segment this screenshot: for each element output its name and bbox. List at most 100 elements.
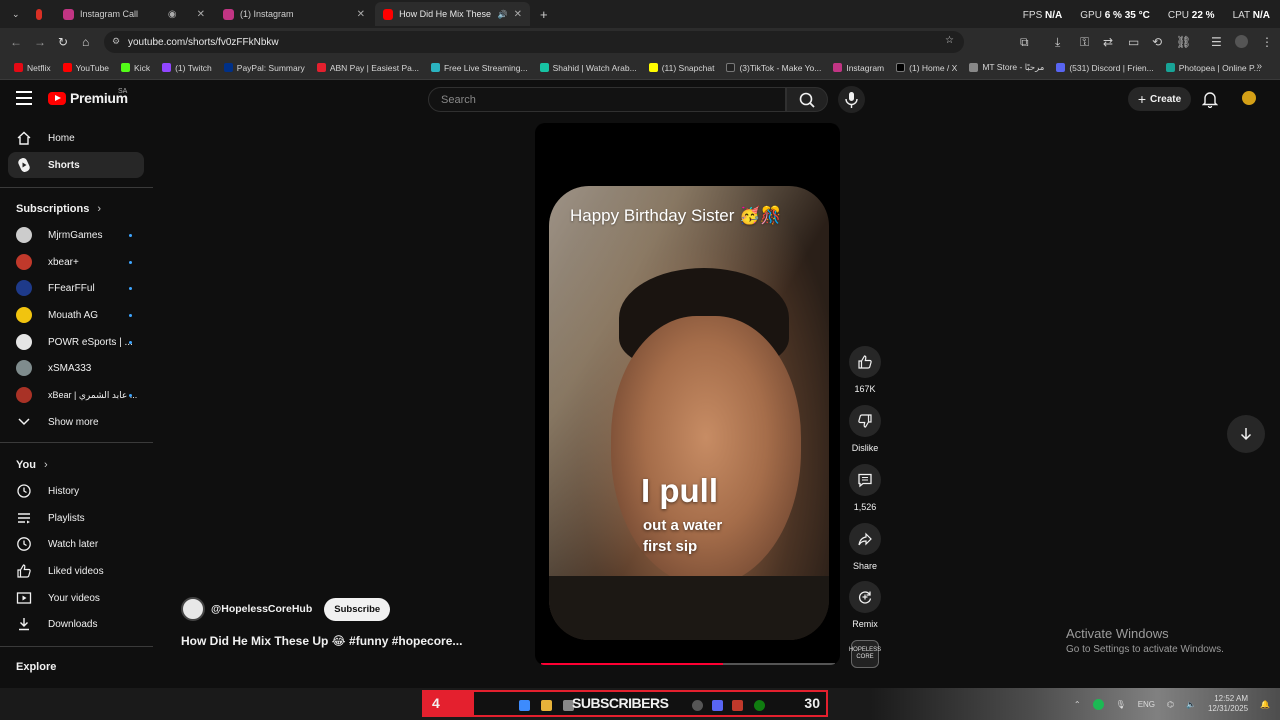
windows-start-icon[interactable] [519, 700, 530, 711]
microphone-icon[interactable]: 🎙 [1116, 700, 1126, 709]
language-indicator[interactable]: ENG [1138, 700, 1155, 709]
file-explorer-icon[interactable] [541, 700, 552, 711]
voice-search-button[interactable] [838, 86, 865, 113]
bookmark-twitch[interactable]: (1) Twitch [156, 63, 218, 73]
sidebar-item-history[interactable]: History [8, 478, 144, 504]
browser-tab-1[interactable] [28, 2, 50, 26]
reload-icon[interactable]: ↻ [58, 35, 68, 49]
sidebar-item-watch-later[interactable]: Watch later [8, 531, 144, 557]
subscribe-button[interactable]: Subscribe [324, 597, 391, 621]
video-title[interactable]: How Did He Mix These Up 😂 #funny #hopeco… [181, 634, 462, 648]
speaker-icon[interactable]: 🔊 [498, 10, 508, 19]
like-button[interactable]: 167K [849, 346, 881, 394]
subscription-item[interactable]: MjrmGames [8, 222, 144, 248]
bookmark-kick[interactable]: Kick [115, 63, 156, 73]
sidebar-item-your-videos[interactable]: Your videos [8, 585, 144, 611]
bookmark-streaming[interactable]: Free Live Streaming... [425, 63, 534, 73]
sidebar-item-playlists[interactable]: Playlists [8, 505, 144, 531]
xbox-icon[interactable] [754, 700, 765, 711]
shorts-player[interactable]: Happy Birthday Sister 🥳🎊 I pull out a wa… [535, 123, 840, 665]
app-icon[interactable] [692, 700, 703, 711]
subscriptions-header[interactable]: Subscriptions › [16, 203, 101, 215]
bookmark-star-icon[interactable]: ☆ [945, 35, 954, 46]
lat-readout: LAT N/A [1232, 10, 1270, 21]
next-short-button[interactable] [1227, 415, 1265, 453]
bookmark-snapchat[interactable]: (11) Snapchat [643, 63, 721, 73]
close-tab-icon[interactable]: ✕ [357, 9, 365, 20]
browser-tab-active[interactable]: How Did He Mix These Up 🔊 ✕ [375, 2, 530, 26]
network-icon[interactable]: ⌬ [1167, 700, 1174, 709]
subscription-item[interactable]: xBear | عابد الشمري ... [8, 382, 144, 408]
browser-menu-icon[interactable]: ⋮ [1261, 35, 1273, 49]
share-button[interactable]: Share [849, 523, 881, 571]
site-info-icon[interactable]: ⚙ [112, 36, 120, 47]
thumbs-up-icon [16, 563, 32, 579]
bookmark-mtstore[interactable]: MT Store - مرحبًا [963, 62, 1050, 73]
app-icon[interactable] [732, 700, 743, 711]
volume-icon[interactable]: 🔈 [1186, 700, 1196, 709]
bookmark-netflix[interactable]: Netflix [8, 63, 57, 73]
bookmark-discord[interactable]: (531) Discord | Frien... [1050, 63, 1159, 73]
browser-tab-3[interactable]: (1) Instagram ✕ [215, 2, 373, 26]
comments-button[interactable]: 1,526 [849, 464, 881, 512]
search-button[interactable] [786, 87, 828, 112]
account-avatar[interactable] [1242, 91, 1256, 105]
hamburger-menu-icon[interactable] [16, 91, 32, 105]
new-tab-button[interactable]: + [532, 2, 554, 26]
subscription-item[interactable]: xbear+ [8, 249, 144, 275]
history-icon[interactable]: ⟲ [1152, 35, 1162, 49]
clock[interactable]: 12:52 AM 12/31/2025 [1208, 694, 1248, 714]
bookmark-photopea[interactable]: Photopea | Online P... [1160, 63, 1267, 73]
sidebar-item-downloads[interactable]: Downloads [8, 611, 144, 637]
more-bookmarks-icon[interactable]: » [1256, 61, 1262, 72]
wallet-icon[interactable]: ▭ [1128, 35, 1139, 49]
remix-button[interactable]: Remix [849, 581, 881, 629]
tray-overflow-icon[interactable]: ⌃ [1074, 700, 1081, 709]
notifications-icon[interactable]: 🔔 [1260, 700, 1270, 709]
sidepanel-icon[interactable]: ☰ [1211, 35, 1222, 49]
bookmark-abn[interactable]: ABN Pay | Easiest Pa... [311, 63, 425, 73]
bookmark-youtube[interactable]: YouTube [57, 63, 115, 73]
link-icon[interactable]: ⛓ [1176, 35, 1191, 49]
notifications-button[interactable] [1201, 90, 1219, 113]
dislike-button[interactable]: Dislike [849, 405, 881, 453]
profile-avatar[interactable] [1235, 35, 1248, 48]
forward-icon[interactable]: → [34, 35, 46, 49]
extensions-icon[interactable]: ⧉ [1020, 35, 1029, 50]
search-input[interactable]: Search [428, 87, 786, 112]
app-icon[interactable] [712, 700, 723, 711]
subscription-item[interactable]: Mouath AG [8, 302, 144, 328]
subscription-item[interactable]: FFearFFul [8, 275, 144, 301]
cpu-readout: CPU 22 % [1167, 10, 1215, 21]
bookmark-x[interactable]: (1) Home / X [890, 63, 963, 73]
show-more-button[interactable]: Show more [8, 409, 144, 435]
close-tab-icon[interactable]: ✕ [197, 9, 205, 20]
bookmark-tiktok[interactable]: (3)TikTok - Make Yo... [720, 63, 827, 73]
tab-list-button[interactable]: ⌄ [4, 2, 24, 26]
channel-avatar[interactable] [181, 597, 205, 621]
video-progress-bar[interactable] [541, 663, 835, 665]
sidebar-item-liked-videos[interactable]: Liked videos [8, 558, 144, 584]
create-button[interactable]: + Create [1128, 87, 1191, 111]
back-icon[interactable]: ← [10, 35, 22, 49]
you-header[interactable]: You › [16, 459, 48, 471]
download-icon[interactable]: ⤓ [1055, 35, 1060, 50]
sidebar-item-home[interactable]: Home [8, 125, 144, 151]
bookmark-instagram[interactable]: Instagram [827, 63, 890, 73]
youtube-premium-logo[interactable]: Premium SA [48, 88, 128, 106]
bookmark-shahid[interactable]: Shahid | Watch Arab... [534, 63, 643, 73]
home-icon[interactable]: ⌂ [82, 35, 89, 49]
sidebar-item-shorts[interactable]: Shorts [8, 152, 144, 178]
video-frame[interactable]: Happy Birthday Sister 🥳🎊 I pull out a wa… [549, 186, 829, 640]
subscription-item[interactable]: xSMA333 [8, 355, 144, 381]
browser-tab-2[interactable]: Instagram Call ◉ ✕ [55, 2, 213, 26]
close-tab-icon[interactable]: ✕ [514, 9, 522, 20]
url-input[interactable]: ⚙ youtube.com/shorts/fv0zFFkNbkw ☆ [104, 31, 964, 53]
password-key-icon[interactable]: ⚿ [1080, 35, 1089, 50]
spotify-icon[interactable] [1092, 698, 1104, 710]
sound-source-thumbnail[interactable]: HOPELESS CORE [849, 640, 881, 668]
subscription-item[interactable]: POWR eSports | ... [8, 329, 144, 355]
bookmark-paypal[interactable]: PayPal: Summary [218, 63, 311, 73]
channel-name[interactable]: @HopelessCoreHub [211, 603, 312, 615]
translate-icon[interactable]: ⇄ [1103, 35, 1113, 49]
